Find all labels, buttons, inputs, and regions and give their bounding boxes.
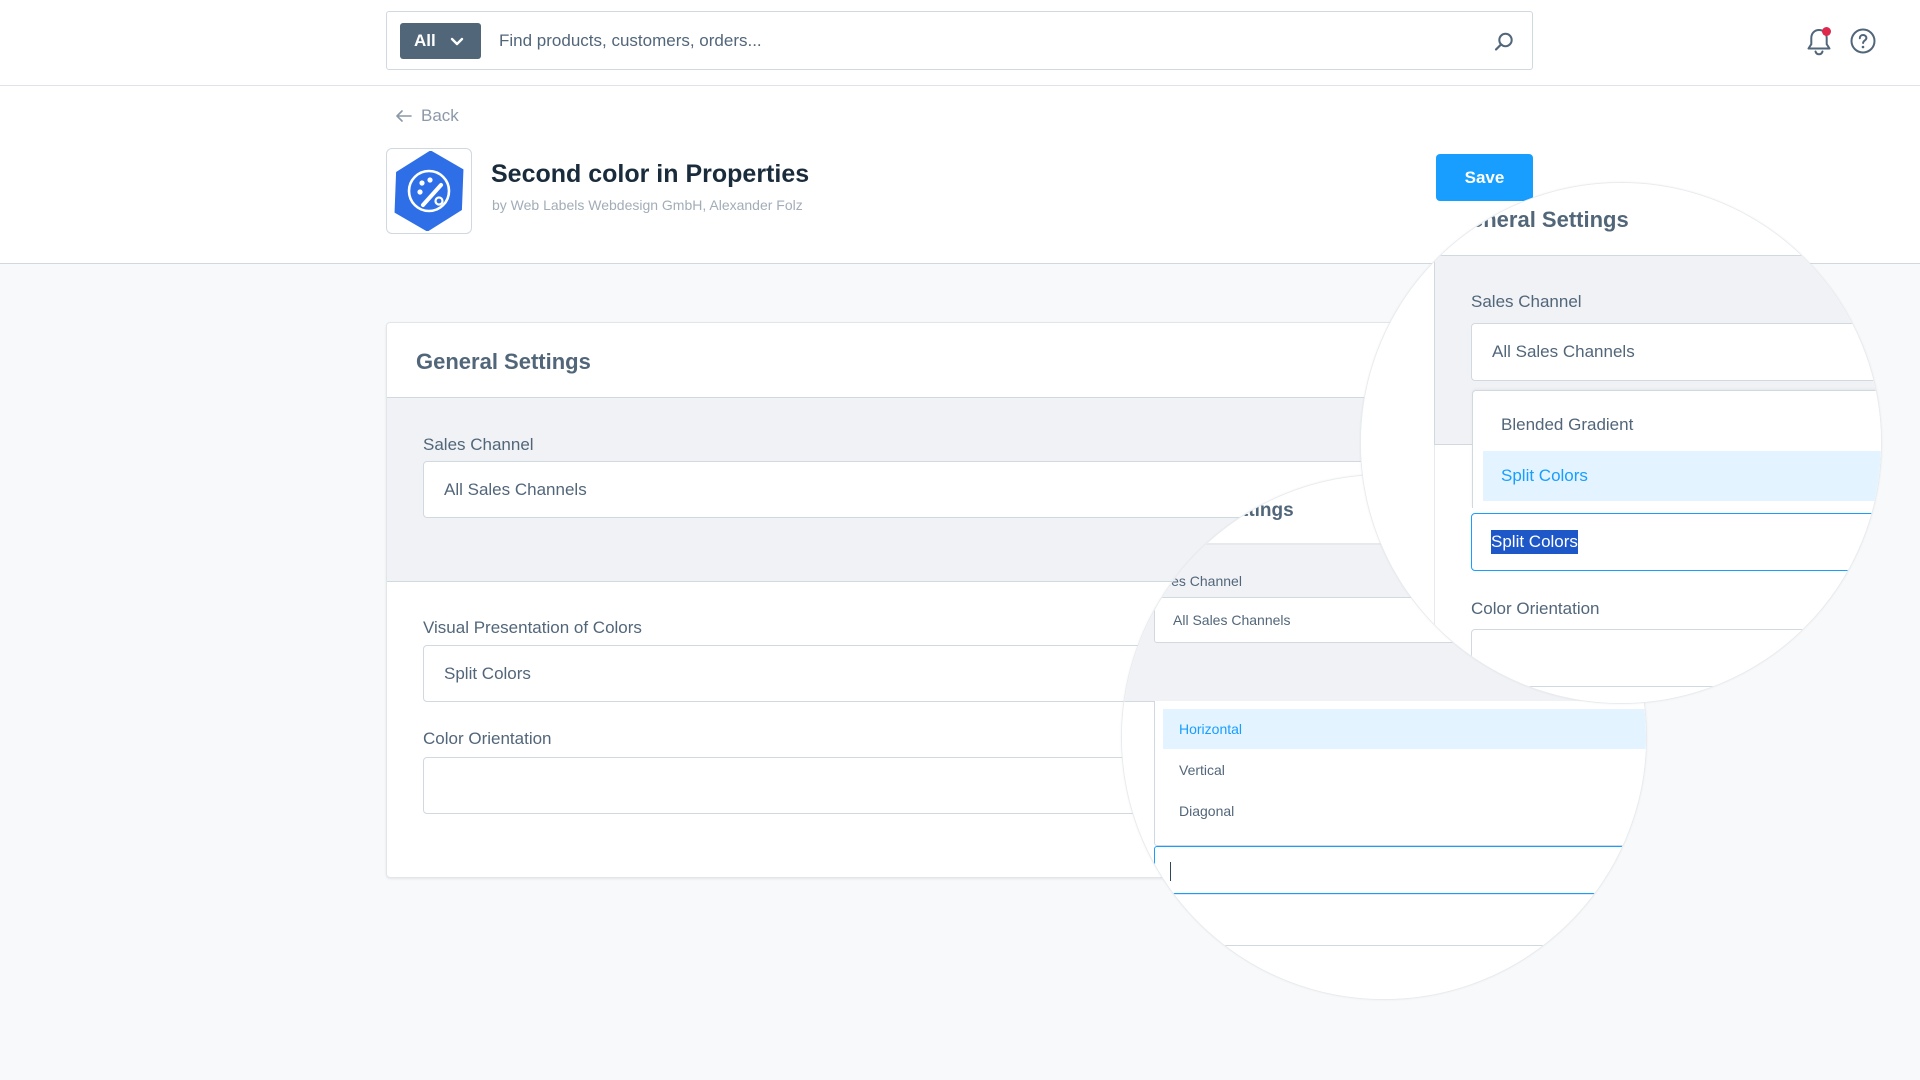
sales-channel-value: All Sales Channels bbox=[444, 479, 587, 499]
zoom-orientation-input[interactable] bbox=[1154, 846, 1646, 894]
search-type-dropdown[interactable]: All bbox=[400, 23, 481, 59]
option-diagonal[interactable]: Diagonal bbox=[1163, 791, 1646, 831]
selected-text: Split Colors bbox=[1491, 530, 1578, 554]
visual-presentation-value: Split Colors bbox=[444, 663, 531, 683]
visual-presentation-label: Visual Presentation of Colors bbox=[423, 618, 642, 637]
palette-icon bbox=[394, 151, 464, 231]
option-horizontal-label: Horizontal bbox=[1179, 721, 1243, 737]
back-label: Back bbox=[421, 106, 459, 125]
zoom-big-sales-channel-value: All Sales Channels bbox=[1492, 342, 1635, 361]
option-split-colors-label: Split Colors bbox=[1501, 466, 1588, 485]
text-caret bbox=[1170, 862, 1171, 881]
color-orientation-label: Color Orientation bbox=[423, 729, 552, 748]
card-title: General Settings bbox=[416, 349, 591, 374]
search-type-label: All bbox=[414, 31, 436, 50]
search-icon[interactable] bbox=[1493, 31, 1515, 53]
visual-dropdown-list: Blended Gradient Split Colors bbox=[1472, 390, 1881, 508]
global-search: All bbox=[386, 11, 1533, 70]
page-title: Second color in Properties bbox=[491, 160, 810, 188]
zoom-big-sales-channel-label: Sales Channel bbox=[1471, 292, 1582, 311]
zoom-lens-visual-presentation: eneral Settings Sales Channel All Sales … bbox=[1360, 182, 1882, 704]
zoom-big-visual-input[interactable]: Split Colors bbox=[1471, 513, 1881, 571]
option-split-colors[interactable]: Split Colors bbox=[1483, 451, 1881, 501]
option-vertical[interactable]: Vertical bbox=[1163, 750, 1646, 790]
help-icon[interactable] bbox=[1850, 28, 1876, 54]
notification-badge bbox=[1822, 27, 1831, 36]
zoom-big-orientation-label: Color Orientation bbox=[1471, 599, 1600, 618]
search-input[interactable] bbox=[499, 24, 1399, 58]
option-diagonal-label: Diagonal bbox=[1179, 803, 1235, 819]
option-blended-gradient[interactable]: Blended Gradient bbox=[1473, 401, 1881, 449]
arrow-left-icon bbox=[396, 110, 412, 122]
zoom-title-fragment: ttings bbox=[1242, 500, 1294, 521]
zoom-big-orientation-select[interactable] bbox=[1471, 629, 1881, 687]
zoom-big-sales-channel-select[interactable]: All Sales Channels bbox=[1471, 323, 1881, 381]
option-vertical-label: Vertical bbox=[1179, 762, 1225, 778]
chevron-down-icon bbox=[450, 37, 463, 46]
zoom-sales-channel-label: les Channel bbox=[1168, 573, 1242, 589]
option-horizontal[interactable]: Horizontal bbox=[1163, 709, 1646, 749]
zoom-big-title-fragment: eneral Settings bbox=[1471, 207, 1629, 232]
option-blended-gradient-label: Blended Gradient bbox=[1501, 415, 1634, 434]
zoom-sales-channel-value: All Sales Channels bbox=[1173, 612, 1291, 628]
top-bar: All bbox=[0, 0, 1920, 86]
sales-channel-label: Sales Channel bbox=[423, 435, 534, 454]
plugin-logo bbox=[386, 148, 472, 234]
back-link[interactable]: Back bbox=[396, 106, 459, 126]
plugin-author: by Web Labels Webdesign GmbH, Alexander … bbox=[492, 197, 803, 213]
orientation-dropdown-list: Horizontal Vertical Diagonal bbox=[1154, 701, 1646, 846]
